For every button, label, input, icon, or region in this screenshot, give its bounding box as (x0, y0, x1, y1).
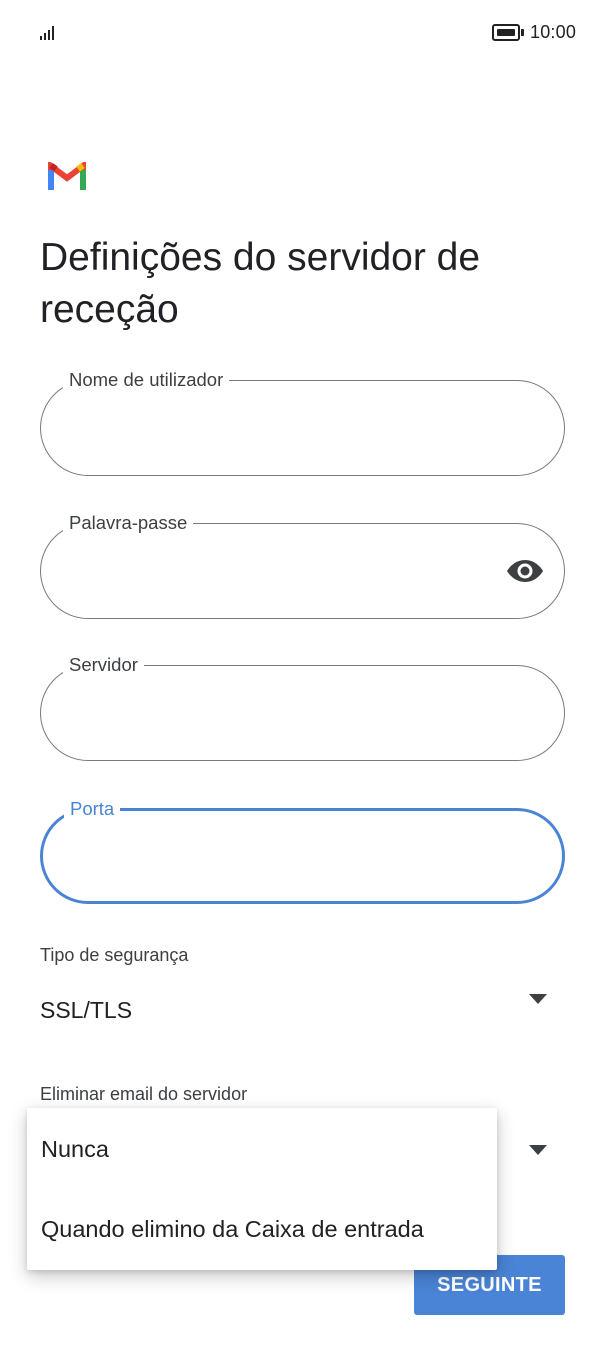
server-label: Servidor (63, 654, 144, 676)
security-type-label: Tipo de segurança (40, 945, 189, 965)
page-title: Definições do servidor de receção (40, 236, 481, 331)
chevron-down-icon[interactable] (528, 993, 548, 1005)
username-field[interactable]: Nome de utilizador (40, 369, 565, 476)
menu-item-never[interactable]: Nunca (27, 1109, 497, 1189)
port-label: Porta (64, 798, 121, 820)
menu-item-when-deleted-from-inbox[interactable]: Quando elimino da Caixa de entrada (27, 1189, 497, 1269)
delete-email-label: Eliminar email do servidor (40, 1084, 248, 1104)
port-field[interactable]: Porta (40, 798, 565, 904)
status-time: 10:00 (530, 22, 577, 42)
chevron-down-icon[interactable] (528, 1144, 548, 1156)
server-field[interactable]: Servidor (40, 654, 565, 761)
username-input[interactable] (67, 411, 487, 445)
password-label: Palavra-passe (63, 512, 194, 534)
port-input[interactable] (69, 841, 489, 875)
battery-full-icon (492, 24, 524, 41)
security-type-value[interactable]: SSL/TLS (40, 997, 132, 1024)
gmail-logo (48, 162, 86, 190)
username-label: Nome de utilizador (63, 369, 230, 391)
status-bar: 10:00 (0, 0, 605, 64)
eye-icon[interactable] (506, 557, 544, 585)
password-input[interactable] (67, 554, 487, 588)
password-field[interactable]: Palavra-passe (40, 512, 565, 619)
signal-bars-icon (40, 24, 58, 40)
delete-email-options-menu: Nunca Quando elimino da Caixa de entrada (27, 1108, 497, 1270)
server-input[interactable] (67, 696, 487, 730)
